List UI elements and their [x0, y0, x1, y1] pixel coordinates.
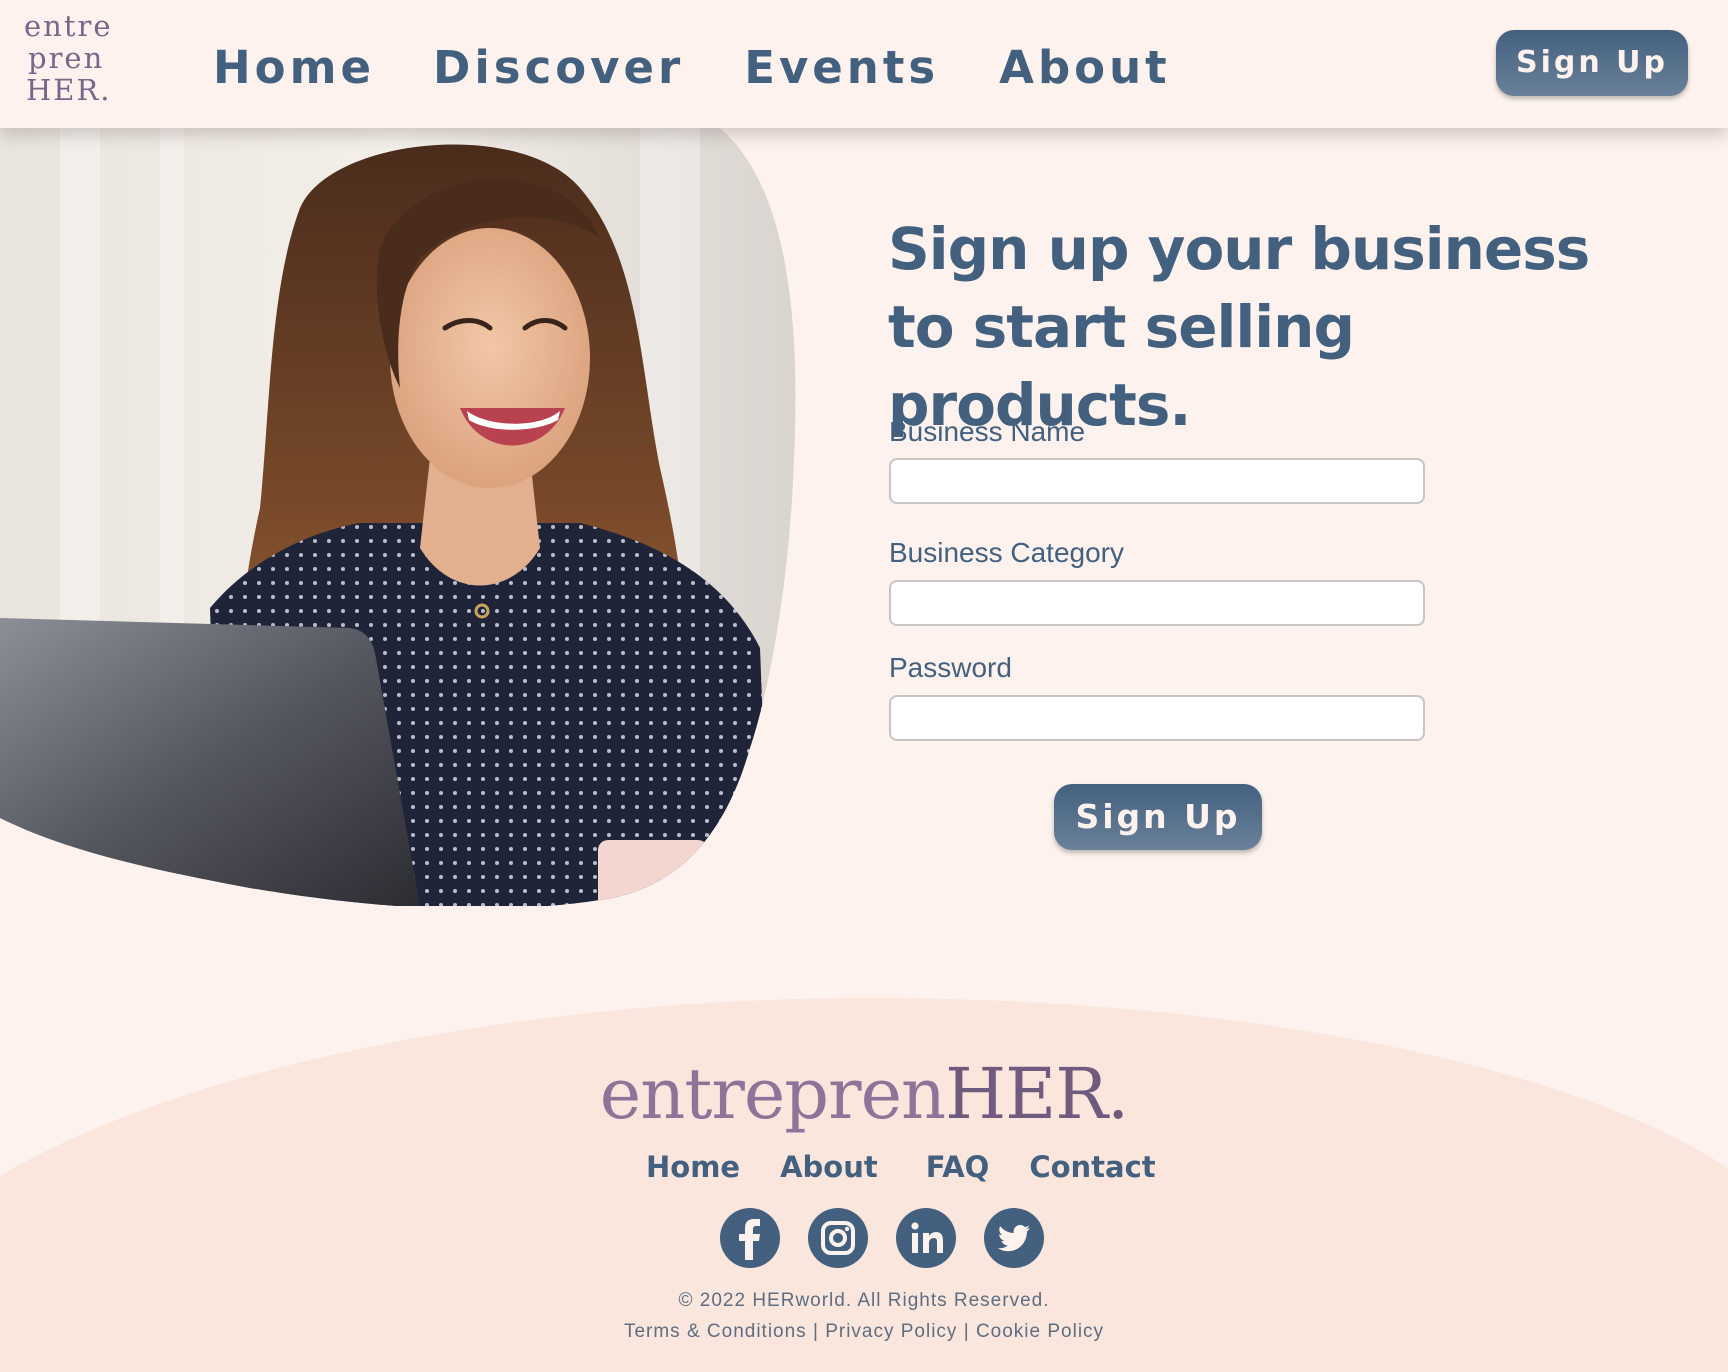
password-input[interactable] — [889, 695, 1425, 741]
copyright-text: © 2022 HERworld. All Rights Reserved. — [678, 1290, 1050, 1311]
nav-discover[interactable]: Discover — [433, 38, 684, 98]
nav-events[interactable]: Events — [744, 38, 939, 98]
logo-line-1: entre — [24, 9, 113, 43]
hero-image — [0, 128, 800, 906]
business-name-input[interactable] — [889, 458, 1425, 504]
twitter-icon[interactable] — [984, 1208, 1044, 1268]
footer-logo-prefix: entrepren — [599, 1053, 946, 1135]
business-name-label: Business Name — [889, 416, 1086, 447]
footer-logo: entreprenHER. — [0, 1048, 1728, 1140]
footer-nav-about[interactable]: About — [780, 1150, 878, 1184]
footer-nav-home[interactable]: Home — [646, 1150, 740, 1184]
cookie-link[interactable]: Cookie Policy — [976, 1321, 1104, 1342]
logo-line-3: HER. — [26, 73, 112, 107]
nav-home[interactable]: Home — [213, 38, 375, 98]
logo-line-2: pren — [28, 41, 105, 75]
nav-about[interactable]: About — [999, 38, 1171, 98]
form-signup-button[interactable]: Sign Up — [1054, 784, 1262, 850]
site-header: entre pren HER. Home Discover Events Abo… — [0, 0, 1728, 128]
site-logo[interactable]: entre pren HER. — [24, 10, 113, 106]
legal-separator: | — [963, 1321, 970, 1342]
header-signup-button[interactable]: Sign Up — [1496, 30, 1688, 96]
privacy-link[interactable]: Privacy Policy — [825, 1321, 957, 1342]
terms-link[interactable]: Terms & Conditions — [624, 1321, 807, 1342]
social-links — [720, 1208, 1044, 1268]
facebook-icon[interactable] — [720, 1208, 780, 1268]
footer-nav-contact[interactable]: Contact — [1029, 1150, 1155, 1184]
business-category-input[interactable] — [889, 580, 1425, 626]
footer-nav: Home About FAQ Contact — [646, 1150, 1196, 1184]
instagram-icon[interactable] — [808, 1208, 868, 1268]
main-nav: Home Discover Events About — [213, 38, 1229, 98]
footer-logo-suffix: HER. — [945, 1053, 1129, 1135]
password-label: Password — [889, 652, 1012, 683]
legal-separator: | — [812, 1321, 819, 1342]
form-heading: Sign up your business to start selling p… — [888, 215, 1590, 439]
legal-links: Terms & Conditions | Privacy Policy | Co… — [0, 1321, 1728, 1343]
business-category-label: Business Category — [889, 537, 1125, 568]
footer-nav-faq[interactable]: FAQ — [926, 1150, 990, 1184]
linkedin-icon[interactable] — [896, 1208, 956, 1268]
